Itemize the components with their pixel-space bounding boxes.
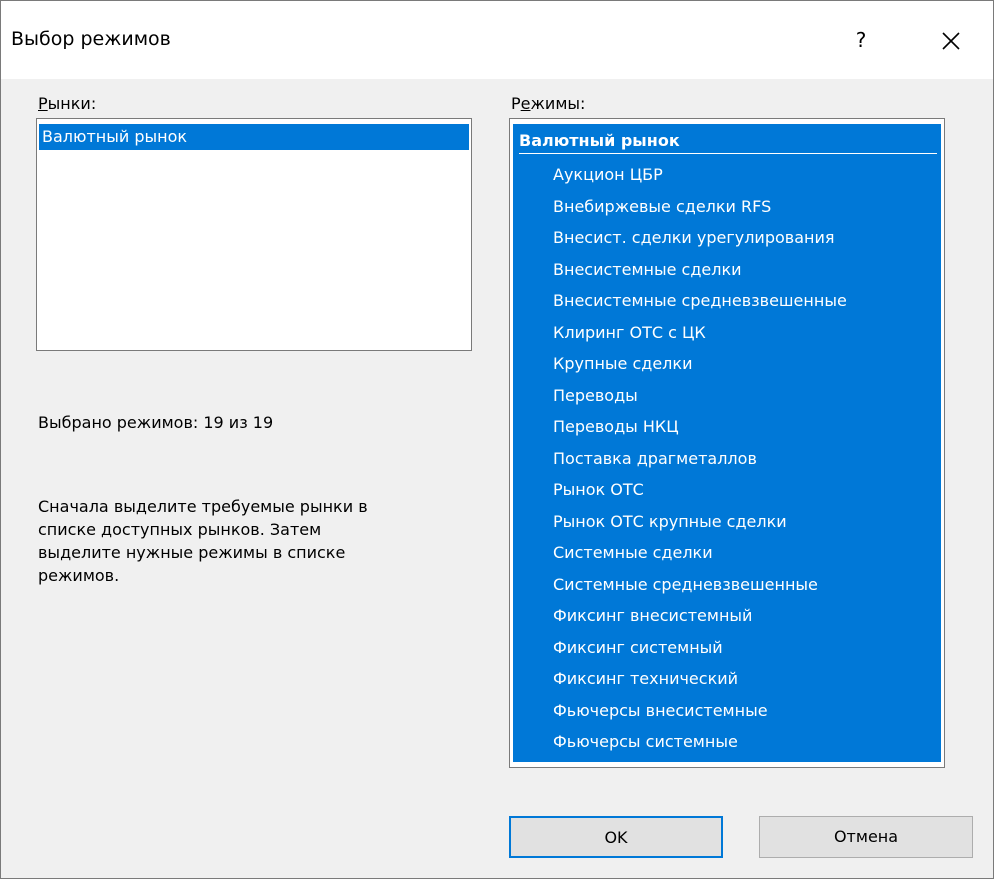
mode-item[interactable]: Переводы НКЦ <box>553 411 941 443</box>
mode-item[interactable]: Фьючерсы системные <box>553 726 941 758</box>
cancel-button[interactable]: Отмена <box>759 816 973 858</box>
mode-group-header[interactable]: Валютный рынок <box>519 130 937 154</box>
markets-listbox[interactable]: Валютный рынок <box>36 118 472 351</box>
hint-line: режимов. <box>38 566 120 585</box>
hint-line: списке доступных рынков. Затем <box>38 520 322 539</box>
modes-selection: Валютный рынок Аукцион ЦБР Внебиржевые с… <box>513 124 941 762</box>
mode-items: Аукцион ЦБР Внебиржевые сделки RFS Внеси… <box>553 159 941 758</box>
mode-item[interactable]: Крупные сделки <box>553 348 941 380</box>
mode-item[interactable]: Рынок ОТС крупные сделки <box>553 506 941 538</box>
mode-selection-dialog: Выбор режимов ? Рынки: Валютный рынок Вы… <box>0 0 994 879</box>
modes-label-text: жимы: <box>530 94 586 113</box>
mode-item[interactable]: Внесистемные сделки <box>553 254 941 286</box>
mode-item[interactable]: Внесистемные средневзвешенные <box>553 285 941 317</box>
markets-label: Рынки: <box>38 94 96 113</box>
ok-button[interactable]: OK <box>509 816 723 858</box>
mode-item[interactable]: Внебиржевые сделки RFS <box>553 191 941 223</box>
mode-item[interactable]: Фиксинг технический <box>553 663 941 695</box>
market-item-currency[interactable]: Валютный рынок <box>39 124 469 150</box>
mode-item[interactable]: Фиксинг внесистемный <box>553 600 941 632</box>
mode-item[interactable]: Клиринг ОТС с ЦК <box>553 317 941 349</box>
window-title: Выбор режимов <box>11 28 171 50</box>
mode-item[interactable]: Аукцион ЦБР <box>553 159 941 191</box>
mode-item[interactable]: Фьючерсы внесистемные <box>553 695 941 727</box>
selected-count-text: Выбрано режимов: 19 из 19 <box>38 413 274 432</box>
close-button[interactable] <box>921 15 981 65</box>
close-icon <box>942 31 960 50</box>
title-bar[interactable]: Выбор режимов ? <box>1 1 993 79</box>
modes-label-accesskey: е <box>520 94 531 113</box>
modes-label-first: Р <box>511 94 521 113</box>
help-button[interactable]: ? <box>831 15 891 65</box>
markets-label-accesskey: Р <box>38 94 48 113</box>
mode-item[interactable]: Системные средневзвешенные <box>553 569 941 601</box>
modes-label: Режимы: <box>511 94 585 113</box>
mode-item[interactable]: Рынок ОТС <box>553 474 941 506</box>
modes-listbox[interactable]: Валютный рынок Аукцион ЦБР Внебиржевые с… <box>509 118 945 768</box>
mode-item[interactable]: Внесист. сделки урегулирования <box>553 222 941 254</box>
mode-item[interactable]: Фиксинг системный <box>553 632 941 664</box>
hint-line: выделите нужные режимы в списке <box>38 543 346 562</box>
hint-line: Сначала выделите требуемые рынки в <box>38 497 368 516</box>
mode-item[interactable]: Системные сделки <box>553 537 941 569</box>
mode-item[interactable]: Поставка драгметаллов <box>553 443 941 475</box>
hint-text: Сначала выделите требуемые рынки в списк… <box>38 495 368 587</box>
mode-item[interactable]: Переводы <box>553 380 941 412</box>
markets-label-text: ынки: <box>47 94 97 113</box>
